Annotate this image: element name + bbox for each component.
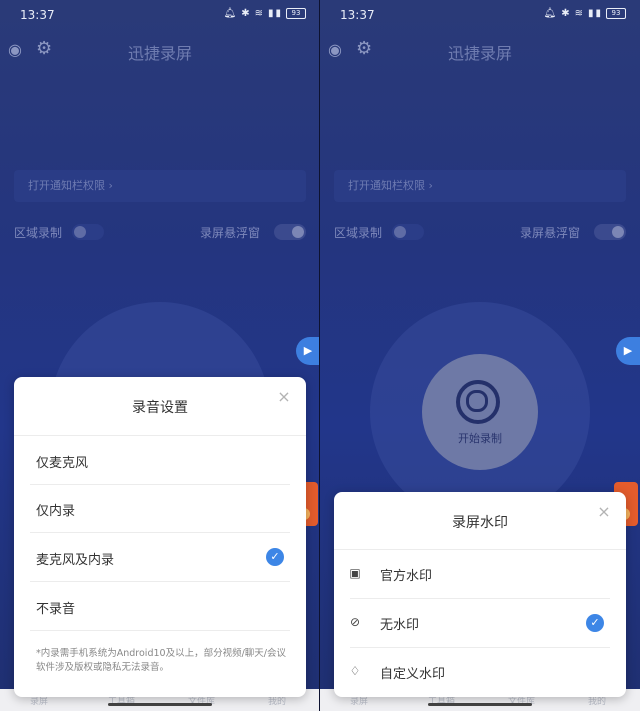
divider xyxy=(30,630,290,631)
bluetooth-icon: ✱ xyxy=(561,8,572,19)
area-record-switch[interactable] xyxy=(392,224,424,240)
divider xyxy=(334,549,626,550)
battery-icon: 93 xyxy=(606,8,626,19)
audio-note: *内录需手机系统为Android10及以上，部分视频/聊天/会议软件涉及版权或隐… xyxy=(36,648,286,673)
divider xyxy=(350,598,610,599)
top-bar: ◉ ⚙ 迅捷录屏 xyxy=(0,36,320,64)
top-bar: ◉ ⚙ 迅捷录屏 xyxy=(320,36,640,64)
option-label: 麦克风及内录 xyxy=(36,553,115,568)
area-record-switch[interactable] xyxy=(72,224,104,240)
battery-icon: 93 xyxy=(286,8,306,19)
area-record-label: 区域录制 xyxy=(334,226,383,240)
custom-watermark-icon: ♢ xyxy=(349,664,361,678)
watermark-option-none[interactable]: ⊘ 无水印 ✓ xyxy=(334,600,626,648)
bell-icon: 🔔︎ xyxy=(223,8,239,19)
home-indicator[interactable] xyxy=(428,703,532,706)
no-watermark-icon: ⊘ xyxy=(349,615,361,629)
audio-option-no-audio[interactable]: 不录音 xyxy=(14,583,306,631)
bell-icon: 🔔︎ xyxy=(543,8,559,19)
left-phone-screen: 13:37 🔔︎ ✱ ≋ ▮▮ 93 ◉ ⚙ 迅捷录屏 打开通知栏权限 › 区域… xyxy=(0,0,320,711)
option-label: 自定义水印 xyxy=(380,667,446,682)
sheet-title: 录音设置 xyxy=(132,400,188,416)
audio-option-mic-and-internal[interactable]: 麦克风及内录 ✓ xyxy=(14,534,306,582)
signal-icon: ▮▮ xyxy=(587,8,603,19)
option-label: 仅内录 xyxy=(36,504,76,519)
divider xyxy=(14,435,306,436)
home-indicator[interactable] xyxy=(108,703,212,706)
close-icon[interactable]: × xyxy=(594,502,614,522)
divider xyxy=(30,532,290,533)
option-label: 官方水印 xyxy=(380,569,433,584)
option-label: 无水印 xyxy=(380,618,420,633)
floating-camera-icon[interactable]: ▶ xyxy=(296,337,320,365)
right-phone-screen: 13:37 🔔︎ ✱ ≋ ▮▮ 93 ◉ ⚙ 迅捷录屏 打开通知栏权限 › 区域… xyxy=(320,0,640,711)
option-label: 不录音 xyxy=(36,602,76,617)
watermark-option-official[interactable]: ▣ 官方水印 xyxy=(334,551,626,599)
float-window-label: 录屏悬浮窗 xyxy=(199,226,260,240)
status-icons: 🔔︎ ✱ ≋ ▮▮ 93 xyxy=(543,8,626,19)
float-window-label: 录屏悬浮窗 xyxy=(519,226,580,240)
float-window-switch[interactable] xyxy=(274,224,306,240)
start-record-button[interactable]: 开始录制 xyxy=(422,354,538,470)
watermark-option-custom[interactable]: ♢ 自定义水印 xyxy=(334,649,626,697)
app-title: 迅捷录屏 xyxy=(127,44,192,63)
watermark-sheet: 录屏水印 × ▣ 官方水印 ⊘ 无水印 ✓ ♢ 自定义水印 xyxy=(334,492,626,697)
status-time: 13:37 xyxy=(20,8,55,22)
bluetooth-icon: ✱ xyxy=(241,8,252,19)
comparison-screenshots: 13:37 🔔︎ ✱ ≋ ▮▮ 93 ◉ ⚙ 迅捷录屏 打开通知栏权限 › 区域… xyxy=(0,0,640,711)
toggle-row: 区域录制 录屏悬浮窗 xyxy=(14,222,306,242)
notification-permission-banner[interactable]: 打开通知栏权限 › xyxy=(334,170,626,202)
area-record-label: 区域录制 xyxy=(14,226,63,240)
audio-settings-sheet: 录音设置 × 仅麦克风 仅内录 麦克风及内录 ✓ 不录音 *内录需手机系统为An… xyxy=(14,377,306,697)
floating-camera-icon[interactable]: ▶ xyxy=(616,337,640,365)
start-record-label: 开始录制 xyxy=(458,432,502,445)
audio-option-mic-only[interactable]: 仅麦克风 xyxy=(14,437,306,485)
status-time: 13:37 xyxy=(340,8,375,22)
sheet-title: 录屏水印 xyxy=(452,515,508,531)
signal-icon: ▮▮ xyxy=(267,8,283,19)
app-title: 迅捷录屏 xyxy=(447,44,512,63)
notification-permission-banner[interactable]: 打开通知栏权限 › xyxy=(14,170,306,202)
status-bar: 13:37 🔔︎ ✱ ≋ ▮▮ 93 xyxy=(0,0,320,30)
checkmark-icon: ✓ xyxy=(586,614,604,632)
divider xyxy=(350,647,610,648)
toggle-row: 区域录制 录屏悬浮窗 xyxy=(334,222,626,242)
status-icons: 🔔︎ ✱ ≋ ▮▮ 93 xyxy=(223,8,306,19)
close-icon[interactable]: × xyxy=(274,387,294,407)
wifi-icon: ≋ xyxy=(574,8,585,19)
status-bar: 13:37 🔔︎ ✱ ≋ ▮▮ 93 xyxy=(320,0,640,30)
official-watermark-icon: ▣ xyxy=(349,566,361,580)
audio-option-internal-only[interactable]: 仅内录 xyxy=(14,485,306,533)
wifi-icon: ≋ xyxy=(254,8,265,19)
option-label: 仅麦克风 xyxy=(36,456,89,471)
checkmark-icon: ✓ xyxy=(266,548,284,566)
divider xyxy=(30,581,290,582)
float-window-switch[interactable] xyxy=(594,224,626,240)
record-target-icon xyxy=(456,380,500,424)
